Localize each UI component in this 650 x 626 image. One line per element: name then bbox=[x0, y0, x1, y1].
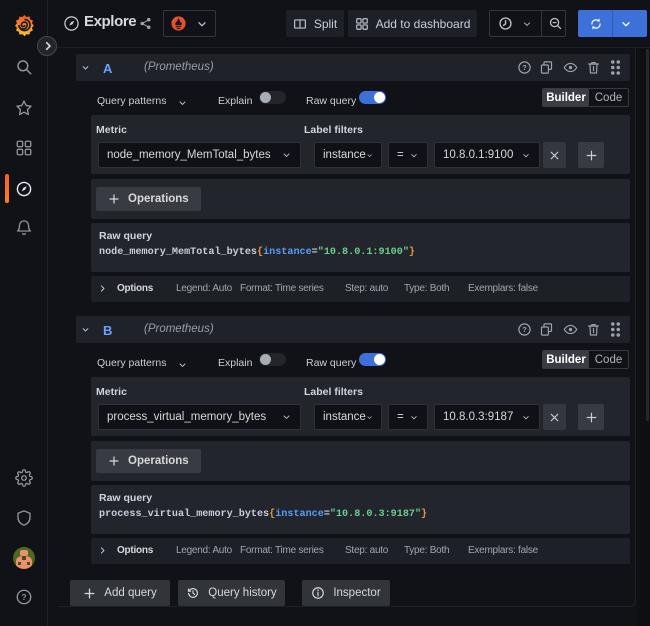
svg-text:?: ? bbox=[21, 593, 26, 602]
